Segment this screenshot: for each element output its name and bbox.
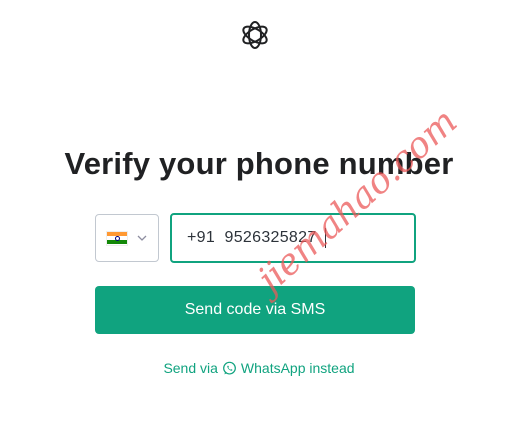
whatsapp-icon xyxy=(223,361,236,375)
phone-number-field[interactable] xyxy=(170,213,416,263)
country-code-select[interactable] xyxy=(95,214,159,262)
text-caret xyxy=(325,228,326,248)
india-flag-icon xyxy=(106,230,128,246)
page-title: Verify your phone number xyxy=(64,146,454,181)
send-code-sms-button[interactable]: Send code via SMS xyxy=(95,286,415,334)
send-via-whatsapp-link[interactable]: Send via WhatsApp instead xyxy=(0,360,518,376)
phone-number-input[interactable] xyxy=(187,229,327,247)
whatsapp-link-prefix: Send via xyxy=(163,360,218,376)
openai-logo-icon xyxy=(238,18,272,52)
watermark-text: jiemahao.com xyxy=(250,100,466,301)
verify-phone-page: Verify your phone number Send code via S… xyxy=(0,0,518,423)
whatsapp-link-suffix: WhatsApp instead xyxy=(240,360,355,376)
chevron-down-icon xyxy=(137,235,147,241)
